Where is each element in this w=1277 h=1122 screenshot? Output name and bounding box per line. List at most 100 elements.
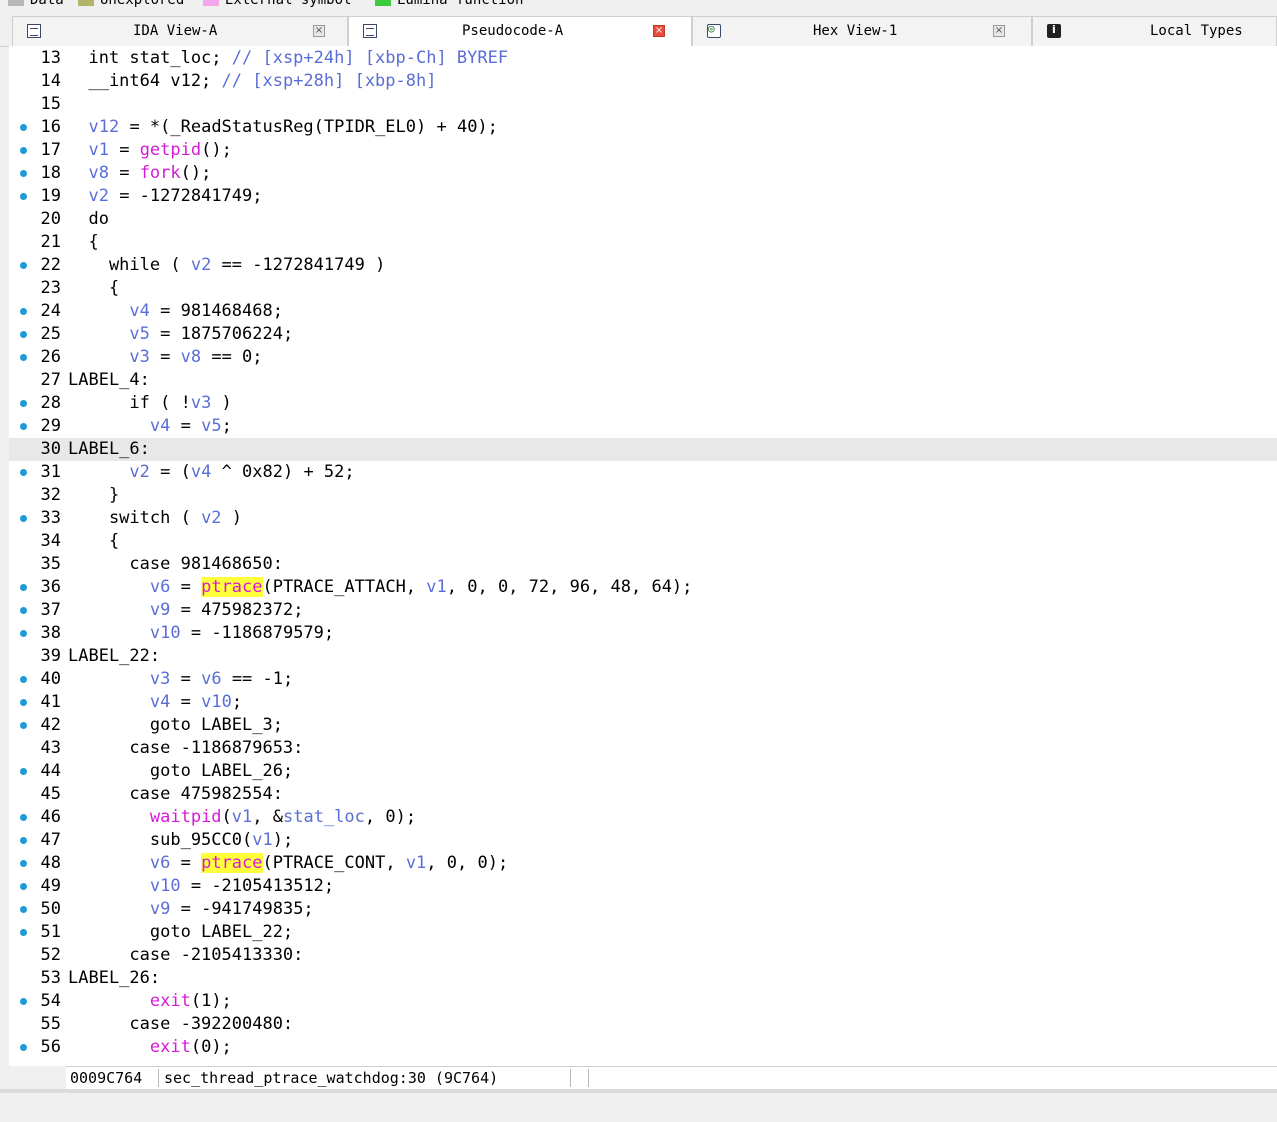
close-icon[interactable]: × bbox=[993, 25, 1005, 37]
code-line[interactable]: 39 LABEL_22: bbox=[9, 645, 1277, 668]
code-text[interactable]: v10 = -1186879579; bbox=[68, 622, 334, 645]
code-text[interactable]: goto LABEL_26; bbox=[68, 760, 293, 783]
breakpoint-dot-icon[interactable] bbox=[20, 814, 27, 821]
code-text[interactable]: v2 = -1272841749; bbox=[68, 185, 262, 208]
tab-ida-view-a[interactable]: IDA View-A × bbox=[12, 16, 348, 46]
code-text[interactable]: v5 = 1875706224; bbox=[68, 323, 293, 346]
code-text[interactable]: sub_95CC0(v1); bbox=[68, 829, 293, 852]
code-line-current[interactable]: 30 LABEL_6: bbox=[9, 438, 1277, 461]
code-line[interactable]: 53 LABEL_26: bbox=[9, 967, 1277, 990]
code-text[interactable]: { bbox=[68, 530, 119, 553]
code-line[interactable]: 37 v9 = 475982372; bbox=[9, 599, 1277, 622]
tab-local-types[interactable]: Local Types bbox=[1032, 16, 1277, 46]
breakpoint-dot-icon[interactable] bbox=[20, 124, 27, 131]
code-line[interactable]: 46 waitpid(v1, &stat_loc, 0); bbox=[9, 806, 1277, 829]
breakpoint-dot-icon[interactable] bbox=[20, 331, 27, 338]
code-text[interactable]: while ( v2 == -1272841749 ) bbox=[68, 254, 385, 277]
breakpoint-dot-icon[interactable] bbox=[20, 1044, 27, 1051]
code-line[interactable]: 17 v1 = getpid(); bbox=[9, 139, 1277, 162]
code-line[interactable]: 48 v6 = ptrace(PTRACE_CONT, v1, 0, 0); bbox=[9, 852, 1277, 875]
code-text[interactable]: case 475982554: bbox=[68, 783, 283, 806]
code-text[interactable]: waitpid(v1, &stat_loc, 0); bbox=[68, 806, 416, 829]
code-line[interactable]: 41 v4 = v10; bbox=[9, 691, 1277, 714]
code-text[interactable]: exit(0); bbox=[68, 1036, 232, 1059]
code-text[interactable]: v9 = 475982372; bbox=[68, 599, 304, 622]
breakpoint-dot-icon[interactable] bbox=[20, 929, 27, 936]
code-text[interactable]: case 981468650: bbox=[68, 553, 283, 576]
code-line[interactable]: 19 v2 = -1272841749; bbox=[9, 185, 1277, 208]
code-text[interactable]: v3 = v6 == -1; bbox=[68, 668, 293, 691]
code-line[interactable]: 43 case -1186879653: bbox=[9, 737, 1277, 760]
code-line[interactable]: 55 case -392200480: bbox=[9, 1013, 1277, 1036]
code-text[interactable]: v9 = -941749835; bbox=[68, 898, 314, 921]
code-line[interactable]: 35 case 981468650: bbox=[9, 553, 1277, 576]
code-text[interactable]: LABEL_26: bbox=[68, 967, 160, 990]
code-line[interactable]: 49 v10 = -2105413512; bbox=[9, 875, 1277, 898]
breakpoint-dot-icon[interactable] bbox=[20, 906, 27, 913]
code-line[interactable]: 50 v9 = -941749835; bbox=[9, 898, 1277, 921]
code-text[interactable]: v4 = v5; bbox=[68, 415, 232, 438]
code-line[interactable]: 40 v3 = v6 == -1; bbox=[9, 668, 1277, 691]
code-line[interactable]: 25 v5 = 1875706224; bbox=[9, 323, 1277, 346]
code-line[interactable]: 36 v6 = ptrace(PTRACE_ATTACH, v1, 0, 0, … bbox=[9, 576, 1277, 599]
code-text[interactable]: goto LABEL_22; bbox=[68, 921, 293, 944]
breakpoint-dot-icon[interactable] bbox=[20, 423, 27, 430]
code-line[interactable]: 26 v3 = v8 == 0; bbox=[9, 346, 1277, 369]
code-text[interactable]: case -392200480: bbox=[68, 1013, 293, 1036]
code-text[interactable]: v4 = 981468468; bbox=[68, 300, 283, 323]
code-line[interactable]: 32 } bbox=[9, 484, 1277, 507]
code-line[interactable]: 44 goto LABEL_26; bbox=[9, 760, 1277, 783]
code-line[interactable]: 14 __int64 v12; // [xsp+28h] [xbp-8h] bbox=[9, 70, 1277, 93]
code-line[interactable]: 38 v10 = -1186879579; bbox=[9, 622, 1277, 645]
code-line[interactable]: 13 int stat_loc; // [xsp+24h] [xbp-Ch] B… bbox=[9, 47, 1277, 70]
tab-pseudocode-a[interactable]: Pseudocode-A × bbox=[348, 16, 692, 47]
close-icon[interactable]: × bbox=[653, 25, 665, 37]
code-line[interactable]: 31 v2 = (v4 ^ 0x82) + 52; bbox=[9, 461, 1277, 484]
code-line[interactable]: 51 goto LABEL_22; bbox=[9, 921, 1277, 944]
code-line[interactable]: 52 case -2105413330: bbox=[9, 944, 1277, 967]
code-text[interactable]: v1 = getpid(); bbox=[68, 139, 231, 162]
code-text[interactable]: v6 = ptrace(PTRACE_ATTACH, v1, 0, 0, 72,… bbox=[68, 576, 692, 599]
breakpoint-dot-icon[interactable] bbox=[20, 354, 27, 361]
breakpoint-dot-icon[interactable] bbox=[20, 262, 27, 269]
code-line[interactable]: 29 v4 = v5; bbox=[9, 415, 1277, 438]
tab-hex-view-1[interactable]: Hex View-1 × bbox=[692, 16, 1032, 46]
breakpoint-dot-icon[interactable] bbox=[20, 699, 27, 706]
breakpoint-dot-icon[interactable] bbox=[20, 998, 27, 1005]
breakpoint-dot-icon[interactable] bbox=[20, 768, 27, 775]
breakpoint-dot-icon[interactable] bbox=[20, 308, 27, 315]
code-text[interactable]: v12 = *(_ReadStatusReg(TPIDR_EL0) + 40); bbox=[68, 116, 497, 139]
code-text[interactable]: } bbox=[68, 484, 119, 507]
code-line[interactable]: 45 case 475982554: bbox=[9, 783, 1277, 806]
code-text[interactable]: v8 = fork(); bbox=[68, 162, 211, 185]
code-line[interactable]: 23 { bbox=[9, 277, 1277, 300]
code-text[interactable]: { bbox=[68, 277, 119, 300]
code-text[interactable]: { bbox=[68, 231, 98, 254]
code-line[interactable]: 20 do bbox=[9, 208, 1277, 231]
breakpoint-dot-icon[interactable] bbox=[20, 170, 27, 177]
code-text[interactable]: LABEL_6: bbox=[68, 438, 150, 461]
breakpoint-dot-icon[interactable] bbox=[20, 883, 27, 890]
code-text[interactable]: case -2105413330: bbox=[68, 944, 303, 967]
code-line[interactable]: 22 while ( v2 == -1272841749 ) bbox=[9, 254, 1277, 277]
code-text[interactable]: switch ( v2 ) bbox=[68, 507, 242, 530]
code-line[interactable]: 24 v4 = 981468468; bbox=[9, 300, 1277, 323]
code-line[interactable]: 56 exit(0); bbox=[9, 1036, 1277, 1059]
code-line[interactable]: 28 if ( !v3 ) bbox=[9, 392, 1277, 415]
code-line[interactable]: 54 exit(1); bbox=[9, 990, 1277, 1013]
breakpoint-dot-icon[interactable] bbox=[20, 837, 27, 844]
code-line[interactable]: 47 sub_95CC0(v1); bbox=[9, 829, 1277, 852]
breakpoint-dot-icon[interactable] bbox=[20, 469, 27, 476]
code-line[interactable]: 15 bbox=[9, 93, 1277, 116]
breakpoint-dot-icon[interactable] bbox=[20, 400, 27, 407]
code-text[interactable]: int stat_loc; // [xsp+24h] [xbp-Ch] BYRE… bbox=[68, 47, 508, 70]
code-line[interactable]: 21 { bbox=[9, 231, 1277, 254]
code-text[interactable]: exit(1); bbox=[68, 990, 232, 1013]
code-text[interactable]: if ( !v3 ) bbox=[68, 392, 231, 415]
code-text[interactable]: case -1186879653: bbox=[68, 737, 303, 760]
breakpoint-dot-icon[interactable] bbox=[20, 860, 27, 867]
code-text[interactable]: v6 = ptrace(PTRACE_CONT, v1, 0, 0); bbox=[68, 852, 508, 875]
close-icon[interactable]: × bbox=[313, 25, 325, 37]
code-text[interactable]: v3 = v8 == 0; bbox=[68, 346, 262, 369]
breakpoint-dot-icon[interactable] bbox=[20, 676, 27, 683]
